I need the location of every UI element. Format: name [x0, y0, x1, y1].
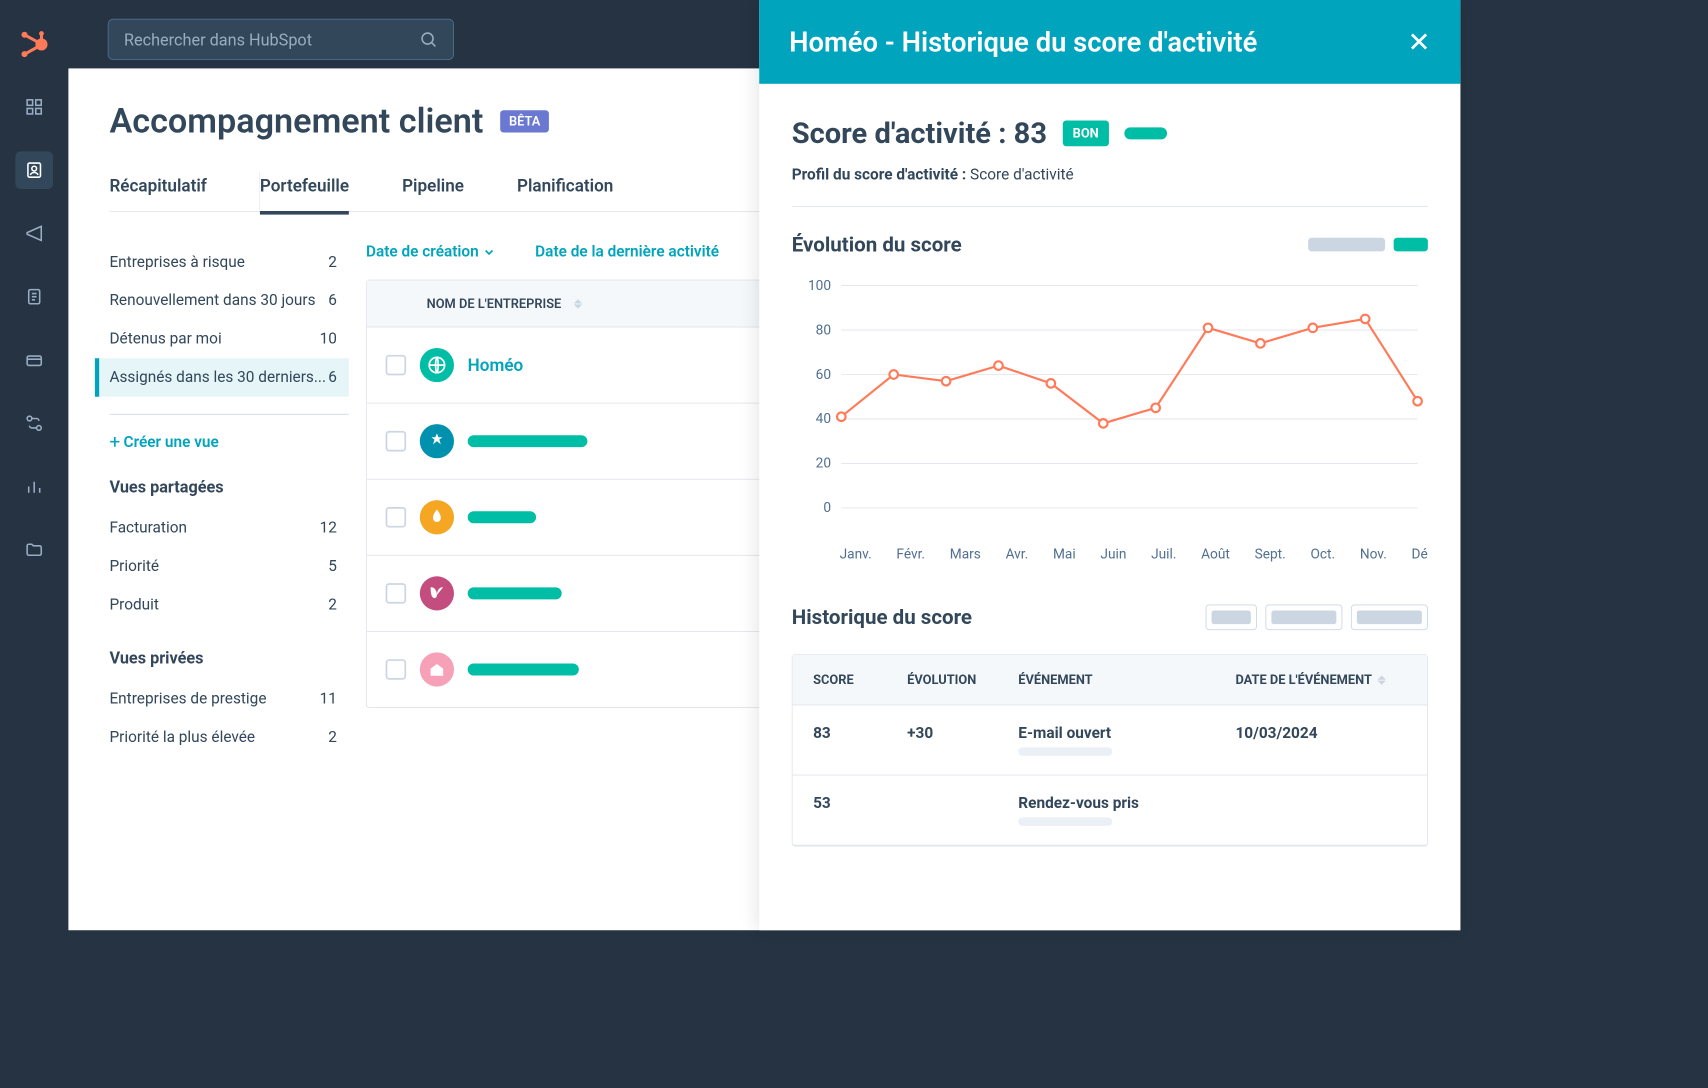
- score-value: Score d'activité : 83: [792, 116, 1047, 150]
- filter-last-activity[interactable]: Date de la dernière activité: [535, 243, 719, 261]
- history-filter-button[interactable]: [1351, 604, 1428, 630]
- tab-planning[interactable]: Planification: [517, 168, 613, 211]
- th-event[interactable]: ÉVÉNEMENT: [1018, 672, 1235, 687]
- chart-title: Évolution du score: [792, 233, 962, 257]
- nav-automation-icon[interactable]: [15, 404, 53, 442]
- sort-icon: [573, 299, 582, 308]
- placeholder: [468, 511, 536, 523]
- x-tick-label: Mai: [1053, 545, 1076, 561]
- row-checkbox[interactable]: [386, 355, 407, 376]
- x-tick-label: Juil.: [1151, 545, 1176, 561]
- x-tick-label: Dé: [1412, 545, 1428, 561]
- score-badge: BON: [1062, 121, 1109, 147]
- hubspot-logo: [20, 30, 49, 62]
- view-item[interactable]: Priorité la plus élevée2: [109, 718, 348, 756]
- x-tick-label: Janv.: [840, 545, 872, 561]
- x-tick-label: Août: [1201, 545, 1230, 561]
- svg-text:60: 60: [816, 367, 831, 383]
- row-checkbox[interactable]: [386, 507, 407, 528]
- row-checkbox[interactable]: [386, 583, 407, 604]
- tab-pipeline[interactable]: Pipeline: [402, 168, 464, 211]
- x-tick-label: Oct.: [1310, 545, 1335, 561]
- nav-grid-icon[interactable]: [15, 88, 53, 126]
- x-tick-label: Nov.: [1360, 545, 1387, 561]
- placeholder: [468, 587, 562, 599]
- placeholder: [1124, 127, 1167, 139]
- filter-item[interactable]: Détenus par moi10: [109, 320, 348, 358]
- view-item[interactable]: Facturation12: [109, 509, 348, 547]
- filter-item[interactable]: Renouvellement dans 30 jours6: [109, 281, 348, 319]
- page-title: Accompagnement client: [109, 101, 483, 141]
- company-icon: [420, 348, 454, 382]
- shared-views-title: Vues partagées: [109, 477, 348, 497]
- company-icon: [420, 576, 454, 610]
- side-panel: Homéo - Historique du score d'activité ✕…: [759, 0, 1460, 930]
- x-tick-label: Févr.: [896, 545, 925, 561]
- nav-files-icon[interactable]: [15, 531, 53, 569]
- view-item[interactable]: Produit2: [109, 586, 348, 624]
- sort-icon: [1377, 675, 1386, 684]
- search-input[interactable]: [124, 29, 419, 49]
- history-row: 53Rendez-vous pris: [793, 775, 1427, 845]
- left-nav: [0, 0, 68, 930]
- placeholder: [468, 663, 579, 675]
- placeholder: [468, 435, 588, 447]
- filter-item[interactable]: Entreprises à risque2: [109, 243, 348, 281]
- filter-creation-date[interactable]: Date de création: [366, 243, 494, 261]
- global-search[interactable]: [108, 19, 454, 60]
- create-view-link[interactable]: +Créer une vue: [109, 432, 348, 453]
- nav-reports-icon[interactable]: [15, 468, 53, 506]
- th-evolution[interactable]: ÉVOLUTION: [907, 672, 1018, 687]
- row-checkbox[interactable]: [386, 659, 407, 680]
- company-icon: [420, 652, 454, 686]
- chevron-down-icon: [484, 247, 494, 257]
- history-filter-button[interactable]: [1265, 604, 1342, 630]
- x-tick-label: Avr.: [1006, 545, 1029, 561]
- view-item[interactable]: Priorité5: [109, 547, 348, 585]
- tab-portfolio[interactable]: Portefeuille: [260, 168, 349, 211]
- x-tick-label: Sept.: [1255, 545, 1286, 561]
- nav-commerce-icon[interactable]: [15, 341, 53, 379]
- search-icon: [419, 30, 438, 49]
- svg-text:40: 40: [816, 411, 831, 427]
- private-views-title: Vues privées: [109, 648, 348, 668]
- tab-summary[interactable]: Récapitulatif: [109, 168, 206, 211]
- chart-legend: [1308, 238, 1428, 252]
- history-table: SCORE ÉVOLUTION ÉVÉNEMENT DATE DE L'ÉVÉN…: [792, 654, 1428, 846]
- th-score[interactable]: SCORE: [813, 672, 907, 687]
- history-filter-button[interactable]: [1206, 604, 1257, 630]
- svg-text:20: 20: [816, 456, 831, 472]
- x-tick-label: Mars: [950, 545, 981, 561]
- x-tick-label: Juin: [1100, 545, 1126, 561]
- profile-line: Profil du score d'activité : Score d'act…: [792, 166, 1428, 184]
- beta-badge: BÊTA: [500, 110, 548, 132]
- svg-text:100: 100: [808, 278, 831, 294]
- history-row: 83+30E-mail ouvert10/03/2024: [793, 705, 1427, 775]
- history-filters: [1206, 604, 1428, 630]
- views-sidebar: Entreprises à risque2Renouvellement dans…: [109, 243, 366, 757]
- nav-contacts-icon[interactable]: [15, 151, 53, 189]
- svg-text:80: 80: [816, 322, 831, 338]
- filter-item[interactable]: Assignés dans les 30 derniers...6: [95, 358, 349, 396]
- score-chart: 0 20 40 60 80 100: [792, 277, 1428, 516]
- view-item[interactable]: Entreprises de prestige11: [109, 680, 348, 718]
- nav-content-icon[interactable]: [15, 278, 53, 316]
- history-title: Historique du score: [792, 605, 972, 629]
- company-icon: [420, 500, 454, 534]
- company-icon: [420, 424, 454, 458]
- nav-marketing-icon[interactable]: [15, 215, 53, 253]
- panel-title: Homéo - Historique du score d'activité: [789, 26, 1257, 58]
- row-checkbox[interactable]: [386, 431, 407, 452]
- th-date[interactable]: DATE DE L'ÉVÉNEMENT: [1235, 672, 1406, 687]
- close-icon[interactable]: ✕: [1407, 26, 1430, 58]
- svg-text:0: 0: [823, 500, 831, 516]
